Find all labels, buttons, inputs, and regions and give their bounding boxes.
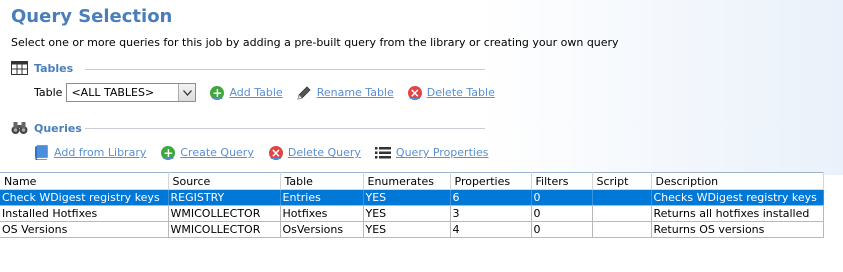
delete-query-button[interactable]: × Delete Query — [268, 145, 361, 160]
tables-heading-label: Tables — [34, 61, 74, 75]
table-select[interactable]: <ALL TABLES> — [66, 83, 197, 102]
plus-circle-icon: + — [210, 85, 225, 100]
cell-enumerates: YES — [363, 221, 451, 238]
column-header-properties[interactable]: Properties — [450, 172, 532, 190]
cell-filters: 0 — [531, 189, 593, 206]
pencil-icon — [296, 85, 312, 101]
add-table-label: Add Table — [229, 86, 283, 99]
cell-source: WMICOLLECTOR — [168, 205, 281, 222]
cell-description: Returns OS versions — [651, 221, 824, 238]
list-icon — [374, 146, 391, 160]
cell-name: Installed Hotfixes — [0, 205, 169, 222]
cell-script — [592, 221, 652, 238]
column-header-source[interactable]: Source — [168, 172, 281, 190]
delete-query-label: Delete Query — [287, 146, 361, 159]
column-header-enumerates[interactable]: Enumerates — [363, 172, 451, 190]
add-table-button[interactable]: + Add Table — [210, 85, 283, 100]
cell-table: Entries — [280, 189, 364, 206]
cell-name: Check WDigest registry keys — [0, 189, 169, 206]
table-grid-icon — [11, 60, 29, 76]
cell-source: WMICOLLECTOR — [168, 221, 281, 238]
table-label: Table — [34, 86, 63, 99]
queries-section-heading: Queries — [11, 120, 82, 136]
table-row[interactable]: Check WDigest registry keys REGISTRY Ent… — [0, 189, 824, 206]
rename-table-button[interactable]: Rename Table — [296, 85, 394, 101]
x-circle-icon: × — [407, 85, 422, 100]
table-row[interactable]: OS Versions WMICOLLECTOR OsVersions YES … — [0, 221, 824, 238]
grid-header-row: Name Source Table Enumerates Properties … — [0, 172, 824, 190]
chevron-down-icon[interactable] — [178, 84, 196, 101]
book-icon — [34, 145, 49, 160]
queries-divider — [85, 128, 485, 129]
delete-table-button[interactable]: × Delete Table — [407, 85, 495, 100]
column-header-table[interactable]: Table — [280, 172, 364, 190]
add-from-library-button[interactable]: Add from Library — [34, 145, 146, 160]
tables-section-heading: Tables — [11, 60, 73, 76]
tables-toolbar: Table <ALL TABLES> + Add Table Rename Ta… — [34, 83, 495, 102]
header-background-decoration — [480, 0, 843, 175]
cell-enumerates: YES — [363, 189, 451, 206]
column-header-filters[interactable]: Filters — [531, 172, 593, 190]
cell-filters: 0 — [531, 205, 593, 222]
binoculars-icon — [11, 120, 29, 136]
queries-heading-label: Queries — [34, 121, 82, 135]
create-query-button[interactable]: + Create Query — [161, 145, 254, 160]
table-row[interactable]: Installed Hotfixes WMICOLLECTOR Hotfixes… — [0, 205, 824, 222]
cell-description: Checks WDigest registry keys — [651, 189, 824, 206]
create-query-label: Create Query — [180, 146, 254, 159]
page-title: Query Selection — [11, 6, 173, 27]
column-header-script[interactable]: Script — [592, 172, 652, 190]
cell-table: OsVersions — [280, 221, 364, 238]
cell-properties: 3 — [450, 205, 532, 222]
cell-source: REGISTRY — [168, 189, 281, 206]
cell-filters: 0 — [531, 221, 593, 238]
column-header-description[interactable]: Description — [651, 172, 824, 190]
rename-table-label: Rename Table — [316, 86, 394, 99]
cell-properties: 4 — [450, 221, 532, 238]
cell-name: OS Versions — [0, 221, 169, 238]
cell-properties: 6 — [450, 189, 532, 206]
cell-description: Returns all hotfixes installed — [651, 205, 824, 222]
query-properties-label: Query Properties — [395, 146, 489, 159]
table-select-value: <ALL TABLES> — [71, 86, 155, 99]
plus-circle-icon: + — [161, 145, 176, 160]
page-subtitle: Select one or more queries for this job … — [11, 36, 619, 49]
cell-script — [592, 205, 652, 222]
cell-table: Hotfixes — [280, 205, 364, 222]
add-from-library-label: Add from Library — [54, 146, 147, 159]
cell-script — [592, 189, 652, 206]
delete-table-label: Delete Table — [426, 86, 495, 99]
x-circle-icon: × — [268, 145, 283, 160]
queries-toolbar: Add from Library + Create Query × Delete… — [34, 145, 488, 160]
query-properties-button[interactable]: Query Properties — [374, 146, 489, 160]
tables-divider — [85, 69, 485, 70]
queries-grid: Name Source Table Enumerates Properties … — [0, 172, 824, 238]
cell-enumerates: YES — [363, 205, 451, 222]
column-header-name[interactable]: Name — [0, 172, 169, 190]
